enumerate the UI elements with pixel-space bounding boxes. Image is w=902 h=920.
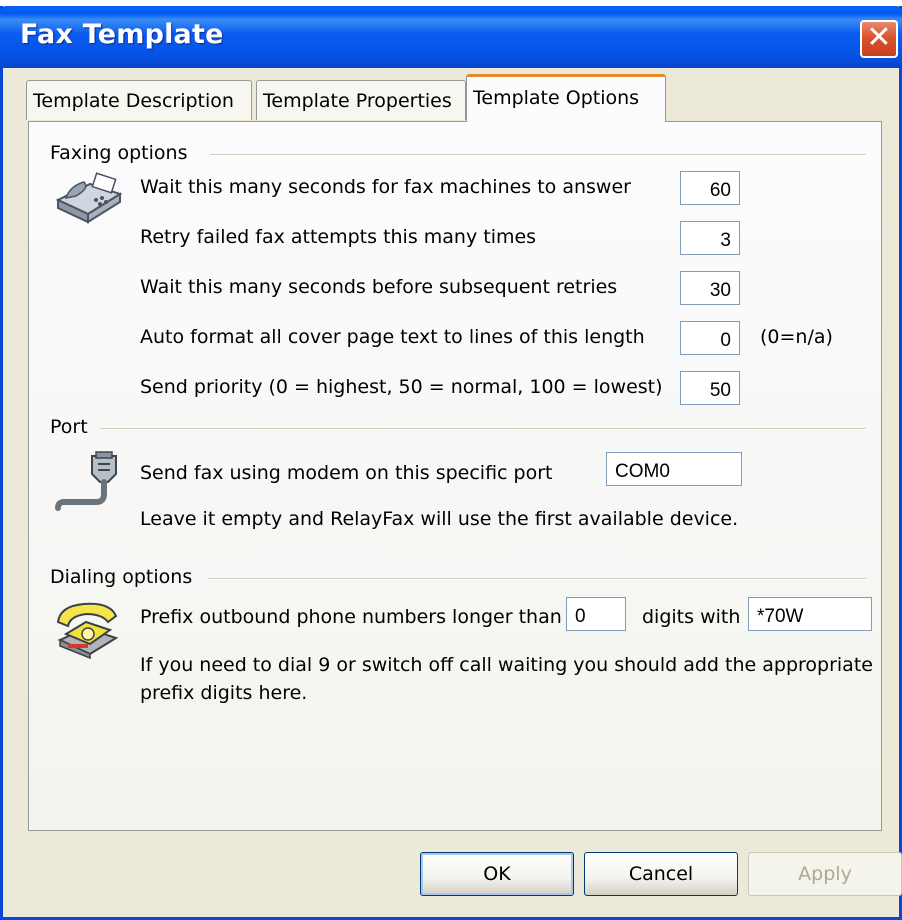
prefix-label: Prefix outbound phone numbers longer tha… (140, 606, 562, 628)
port-divider (100, 428, 866, 430)
port-title: Port (50, 416, 88, 438)
digits-with-label: digits with (642, 606, 741, 628)
retry-wait-label: Wait this many seconds before subsequent… (140, 276, 618, 298)
fax-machine-icon (55, 172, 123, 224)
title-bar[interactable]: Fax Template ✕ (0, 6, 902, 68)
digits-input[interactable] (566, 597, 626, 631)
answer-wait-label: Wait this many seconds for fax machines … (140, 176, 631, 198)
retry-count-input[interactable] (680, 221, 740, 255)
faxing-options-divider (210, 154, 866, 156)
tab-template-options[interactable]: Template Options (466, 74, 666, 122)
line-length-input[interactable] (680, 321, 740, 355)
port-note: Leave it empty and RelayFax will use the… (140, 508, 739, 530)
retry-count-label: Retry failed fax attempts this many time… (140, 226, 537, 248)
line-length-label: Auto format all cover page text to lines… (140, 326, 645, 348)
port-input[interactable] (606, 452, 742, 486)
line-length-hint: (0=n/a) (760, 326, 833, 348)
send-priority-input[interactable] (680, 371, 740, 405)
tab-label: Template Options (473, 87, 640, 109)
dialing-options-divider (208, 578, 866, 580)
faxing-options-title: Faxing options (50, 142, 188, 164)
tab-template-properties[interactable]: Template Properties (256, 80, 466, 120)
window-title: Fax Template (20, 19, 224, 50)
serial-cable-icon (55, 451, 117, 511)
port-label: Send fax using modem on this specific po… (140, 462, 553, 484)
tab-label: Template Description (33, 90, 234, 112)
dialing-options-title: Dialing options (50, 566, 193, 588)
retry-wait-input[interactable] (680, 271, 740, 305)
tab-template-description[interactable]: Template Description (26, 80, 252, 120)
close-icon: ✕ (866, 20, 892, 55)
cancel-button[interactable]: Cancel (584, 852, 738, 896)
telephone-icon (56, 602, 119, 660)
tab-label: Template Properties (263, 90, 452, 112)
answer-wait-input[interactable] (680, 171, 740, 205)
prefix-input[interactable] (748, 597, 872, 631)
apply-button[interactable]: Apply (748, 852, 902, 896)
dialing-note-line1: If you need to dial 9 or switch off call… (140, 654, 873, 676)
send-priority-label: Send priority (0 = highest, 50 = normal,… (140, 376, 663, 398)
close-button[interactable]: ✕ (860, 20, 898, 58)
ok-button[interactable]: OK (420, 852, 574, 896)
dialing-note-line2: prefix digits here. (140, 682, 308, 704)
